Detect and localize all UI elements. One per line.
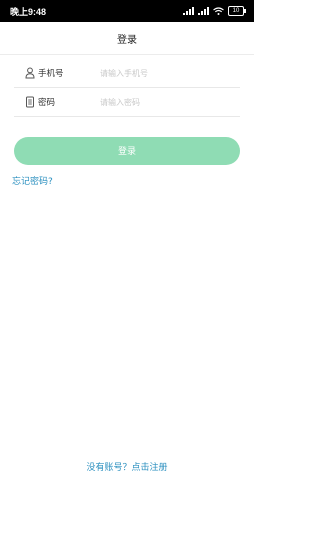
password-label: 密码 xyxy=(38,98,56,108)
login-button[interactable]: 登录 xyxy=(14,137,240,165)
battery-icon: 10 xyxy=(228,6,246,16)
forgot-password-link[interactable]: 忘记密码? xyxy=(12,174,53,187)
status-time: 晚上9:48 xyxy=(10,7,47,17)
signal-icon-2 xyxy=(198,7,209,15)
phone-row: 手机号 xyxy=(14,59,240,88)
phone-label: 手机号 xyxy=(38,69,64,79)
status-icons: 10 xyxy=(183,6,246,16)
password-input[interactable] xyxy=(100,93,230,111)
user-icon xyxy=(25,67,35,79)
page-title: 登录 xyxy=(117,35,137,46)
signal-icon xyxy=(183,7,194,15)
status-bar: 晚上9:48 10 xyxy=(0,0,254,22)
lock-icon xyxy=(26,96,34,108)
app-header: 登录 xyxy=(0,22,254,55)
phone-input[interactable] xyxy=(100,64,230,82)
wifi-icon xyxy=(213,7,224,15)
register-link[interactable]: 没有账号？点击注册 xyxy=(0,460,254,473)
password-row: 密码 xyxy=(14,88,240,117)
